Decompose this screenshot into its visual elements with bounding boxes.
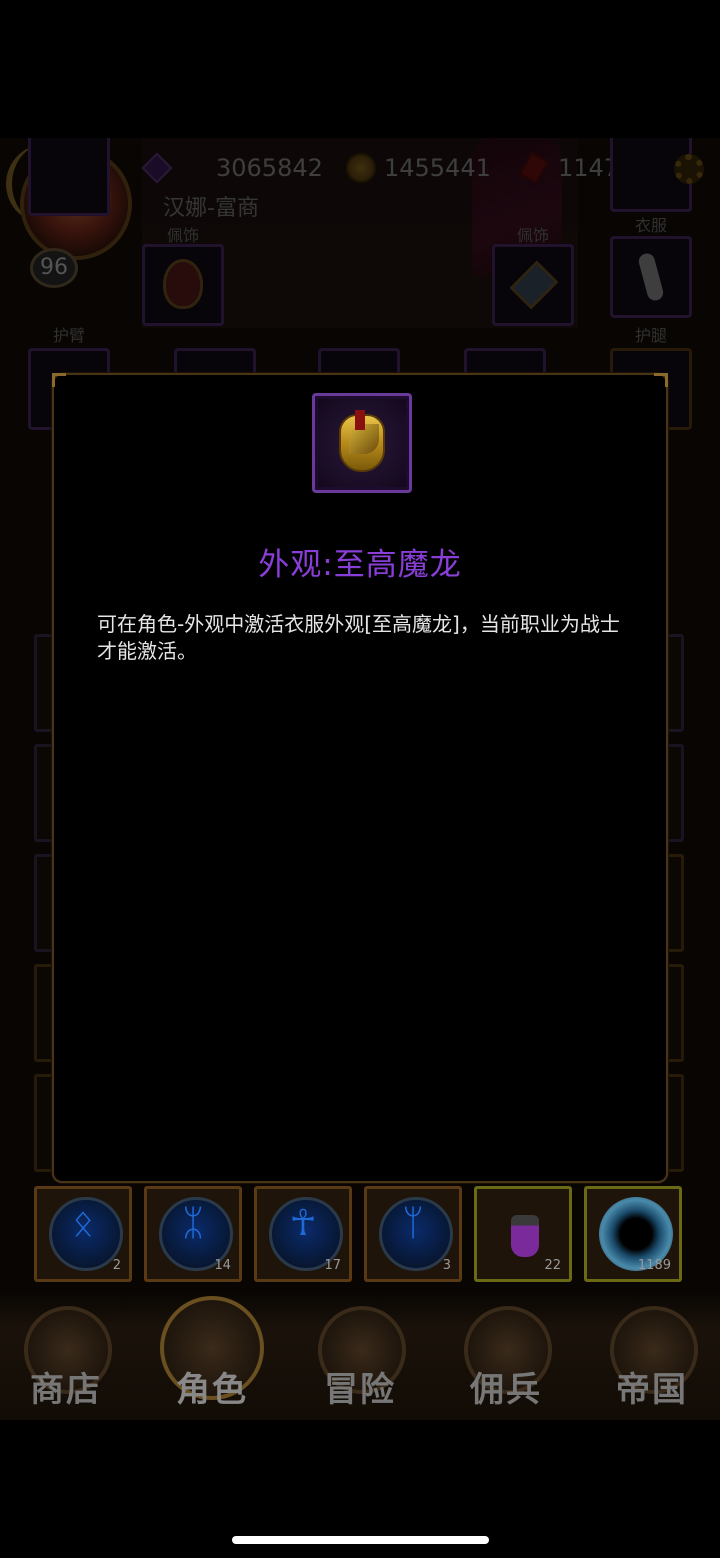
rune-glyph: ᛯ: [182, 1203, 204, 1244]
nav-shop[interactable]: 商店: [6, 1306, 126, 1416]
ankh-glyph: ☥: [289, 1203, 317, 1244]
equip-slot-legguard[interactable]: [610, 236, 692, 318]
lion-crest-icon: [163, 259, 203, 309]
bottom-nav: 商店 角色 冒险 佣兵 帝国: [0, 1290, 720, 1420]
nav-adventure[interactable]: 冒险: [300, 1306, 420, 1416]
rune-slot[interactable]: ᛯ 14: [144, 1186, 242, 1282]
ruby-currency: 1147: [518, 148, 619, 188]
gem-icon: [141, 152, 173, 184]
equip-slot-accessory-left[interactable]: [142, 244, 224, 326]
amulet-icon: [509, 260, 559, 310]
legguard-icon: [637, 251, 665, 303]
gear-icon[interactable]: [674, 154, 704, 184]
home-indicator[interactable]: [232, 1536, 489, 1544]
nav-label: 佣兵: [470, 1370, 542, 1410]
item-description: 可在角色-外观中激活衣服外观[至高魔龙]，当前职业为战士才能激活。: [97, 612, 620, 663]
equip-slot-accessory-right[interactable]: [492, 244, 574, 326]
item-count: 1189: [637, 1258, 671, 1273]
armor-plume: [355, 410, 365, 430]
potion-icon: [511, 1215, 539, 1257]
portal-slot[interactable]: 1189: [584, 1186, 682, 1282]
item-icon-frame: [312, 393, 412, 493]
gem-amount: 3065842: [216, 154, 323, 182]
dialog-corner-ornament: [52, 373, 66, 387]
item-count: 2: [112, 1258, 121, 1273]
nav-label: 商店: [30, 1370, 102, 1410]
item-count: 3: [442, 1258, 451, 1273]
item-count: 17: [324, 1258, 341, 1273]
nav-mercenary[interactable]: 佣兵: [446, 1306, 566, 1416]
ruby-icon: [518, 151, 550, 185]
rune-slot[interactable]: ᛘ 3: [364, 1186, 462, 1282]
coin-currency: 1455441: [346, 148, 491, 188]
player-level-badge: 96: [30, 248, 78, 288]
player-name: 汉娜-富商: [163, 196, 259, 221]
nav-label: 帝国: [616, 1370, 688, 1410]
potion-slot[interactable]: 22: [474, 1186, 572, 1282]
rune-glyph: ᛘ: [402, 1203, 424, 1244]
coin-icon: [346, 153, 376, 183]
item-count: 22: [544, 1258, 561, 1273]
item-count: 14: [214, 1258, 231, 1273]
accessory-right-label: 佩饰: [516, 226, 549, 245]
nav-empire[interactable]: 帝国: [592, 1306, 712, 1416]
nav-character[interactable]: 角色: [152, 1296, 272, 1416]
armguard-label: 护臂: [52, 326, 85, 345]
equip-slot-armguard[interactable]: [28, 138, 110, 216]
dialog-corner-ornament: [654, 373, 668, 387]
coin-amount: 1455441: [384, 154, 491, 182]
item-title: 外观:至高魔龙: [258, 547, 462, 583]
rune-slot[interactable]: ᛟ 2: [34, 1186, 132, 1282]
item-info-dialog[interactable]: 外观:至高魔龙 可在角色-外观中激活衣服外观[至高魔龙]，当前职业为战士才能激活…: [52, 373, 668, 1183]
gem-currency: 3065842: [141, 148, 323, 188]
accessory-left-label: 佩饰: [166, 226, 199, 245]
clothes-label: 衣服: [634, 216, 667, 235]
ankh-slot[interactable]: ☥ 17: [254, 1186, 352, 1282]
nav-label: 冒险: [324, 1370, 396, 1410]
nav-label: 角色: [176, 1370, 248, 1410]
legguard-label: 护腿: [634, 326, 667, 345]
rune-glyph: ᛟ: [72, 1203, 94, 1244]
consumables-row: ᛟ 2 ᛯ 14 ☥ 17 ᛘ 3 22 1189: [34, 1186, 684, 1282]
